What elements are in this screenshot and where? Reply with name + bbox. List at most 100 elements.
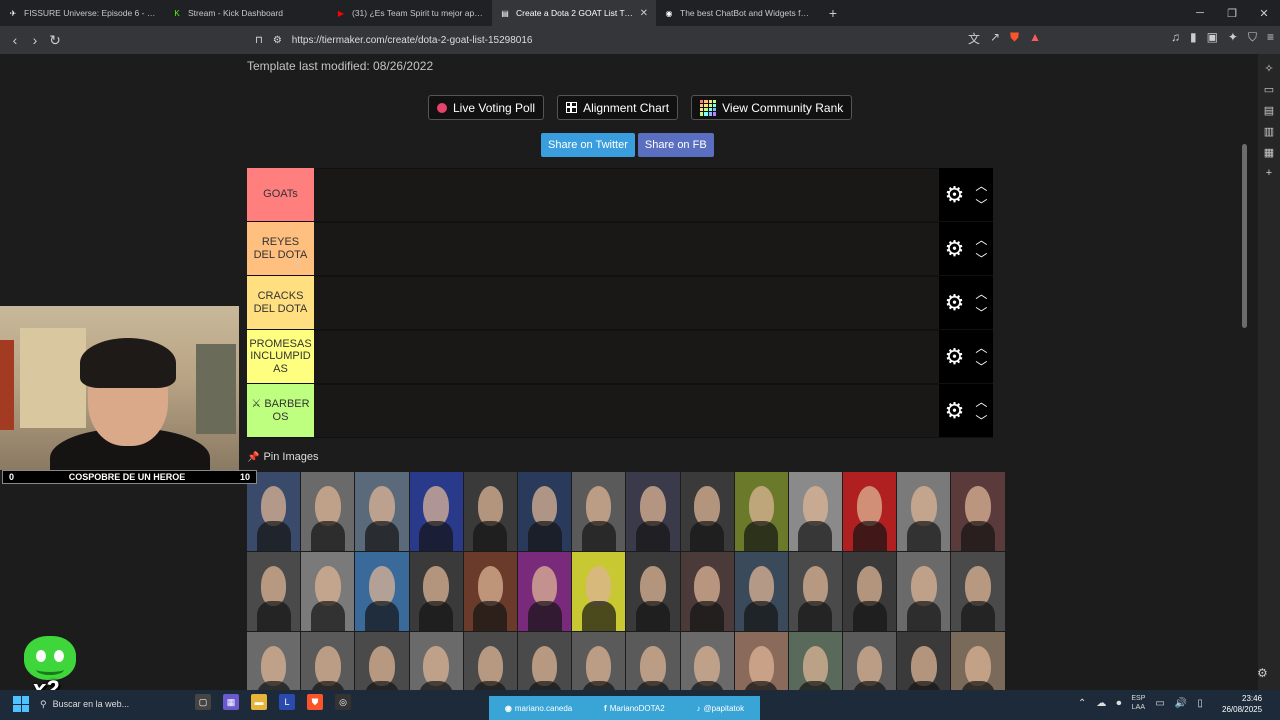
- rewards-icon[interactable]: ▲: [1029, 30, 1041, 47]
- browser-tab[interactable]: ▶ (31) ¿Es Team Spirit tu mejor apuesta: [328, 0, 492, 26]
- history-sidebar-icon[interactable]: ▦: [1264, 146, 1274, 159]
- gear-icon[interactable]: ⚙: [945, 236, 965, 262]
- url-text[interactable]: https://tiermaker.com/create/dota-2-goat…: [292, 35, 533, 46]
- player-image[interactable]: [247, 632, 301, 690]
- chevron-up-icon[interactable]: ︿: [975, 231, 987, 248]
- player-image[interactable]: [788, 632, 843, 690]
- tier-drop-zone[interactable]: [314, 168, 939, 221]
- player-image[interactable]: [355, 632, 409, 690]
- player-image[interactable]: [355, 472, 409, 551]
- chevron-up-icon[interactable]: ︿: [975, 339, 987, 356]
- player-image[interactable]: [517, 552, 572, 631]
- cloud-icon[interactable]: ☁: [1096, 698, 1106, 709]
- leo-sidebar-icon[interactable]: ✧: [1264, 62, 1273, 75]
- tier-label[interactable]: ⚔ BARBER OS: [247, 384, 314, 437]
- player-image[interactable]: [897, 472, 951, 551]
- player-image[interactable]: [572, 632, 626, 690]
- brave-icon[interactable]: ⛊: [307, 694, 323, 710]
- player-image[interactable]: [843, 472, 897, 551]
- gear-icon[interactable]: ⚙: [945, 182, 965, 208]
- chevron-up-icon[interactable]: ⌃: [1078, 698, 1086, 709]
- tier-label[interactable]: CRACKS DEL DOTA: [247, 276, 314, 329]
- app-icon[interactable]: ◎: [335, 694, 351, 710]
- bookmarks-sidebar-icon[interactable]: ▥: [1264, 125, 1274, 138]
- player-image[interactable]: [843, 552, 897, 631]
- share-icon[interactable]: ↗: [990, 30, 1000, 47]
- page-scrollbar[interactable]: [1240, 58, 1248, 686]
- reading-list-icon[interactable]: ▭: [1264, 83, 1274, 96]
- player-image[interactable]: [517, 632, 572, 690]
- player-image[interactable]: [301, 552, 355, 631]
- forward-icon[interactable]: ›: [25, 32, 45, 48]
- minimize-icon[interactable]: ─: [1184, 0, 1216, 26]
- player-image[interactable]: [951, 632, 1005, 690]
- bookmark-icon[interactable]: ⊓: [255, 35, 263, 46]
- player-image[interactable]: [409, 472, 463, 551]
- player-image[interactable]: [463, 632, 517, 690]
- player-image[interactable]: [843, 632, 897, 690]
- chevron-down-icon[interactable]: ﹀: [975, 304, 987, 321]
- tier-drop-zone[interactable]: [314, 330, 939, 383]
- brave-shield-icon[interactable]: ⛊: [1010, 30, 1019, 47]
- leo-icon[interactable]: ✦: [1228, 30, 1238, 47]
- player-image[interactable]: [463, 552, 517, 631]
- tier-label[interactable]: REYES DEL DOTA: [247, 222, 314, 275]
- close-tab-icon[interactable]: ✕: [640, 8, 648, 19]
- player-image[interactable]: [788, 552, 843, 631]
- live-voting-poll-button[interactable]: Live Voting Poll: [428, 95, 545, 120]
- sidebar-toggle-icon[interactable]: ▮: [1190, 30, 1197, 47]
- clock[interactable]: 23:46 26/08/2025: [1222, 693, 1262, 715]
- pin-images-row[interactable]: 📌 Pin Images: [247, 451, 318, 463]
- file-explorer-icon[interactable]: ▬: [251, 694, 267, 710]
- player-image[interactable]: [951, 552, 1005, 631]
- tier-drop-zone[interactable]: [314, 222, 939, 275]
- gear-icon[interactable]: ⚙: [945, 344, 965, 370]
- task-view-icon[interactable]: ▢: [195, 694, 211, 710]
- browser-tab[interactable]: ✈ FISSURE Universe: Episode 6 - Liquip: [0, 0, 164, 26]
- chevron-up-icon[interactable]: ︿: [975, 177, 987, 194]
- new-tab-icon[interactable]: +: [820, 0, 846, 26]
- player-image[interactable]: [734, 552, 788, 631]
- player-image[interactable]: [680, 472, 734, 551]
- add-sidebar-icon[interactable]: +: [1266, 167, 1272, 179]
- vpn-icon[interactable]: ⛉: [1248, 30, 1257, 47]
- tier-drop-zone[interactable]: [314, 384, 939, 437]
- chevron-down-icon[interactable]: ﹀: [975, 196, 987, 213]
- player-image[interactable]: [463, 472, 517, 551]
- player-image[interactable]: [626, 472, 680, 551]
- site-info-icon[interactable]: ⚙: [273, 35, 282, 46]
- player-image[interactable]: [355, 552, 409, 631]
- chevron-up-icon[interactable]: ︿: [975, 285, 987, 302]
- player-image[interactable]: [734, 632, 788, 690]
- tier-label[interactable]: GOATs: [247, 168, 314, 221]
- back-icon[interactable]: ‹: [5, 32, 25, 48]
- player-image[interactable]: [247, 552, 301, 631]
- share-twitter-button[interactable]: Share on Twitter: [541, 133, 635, 157]
- wallet-sidebar-icon[interactable]: ▤: [1264, 104, 1274, 117]
- player-image[interactable]: [951, 472, 1005, 551]
- store-icon[interactable]: ▦: [223, 694, 239, 710]
- restore-icon[interactable]: ❐: [1216, 0, 1248, 26]
- player-image[interactable]: [409, 632, 463, 690]
- media-icon[interactable]: ♫: [1171, 30, 1180, 47]
- browser-tab[interactable]: K Stream - Kick Dashboard: [164, 0, 328, 26]
- wallet-icon[interactable]: ▣: [1207, 30, 1218, 47]
- translate-icon[interactable]: 文: [968, 30, 980, 47]
- chevron-down-icon[interactable]: ﹀: [975, 250, 987, 267]
- community-rank-button[interactable]: View Community Rank: [691, 95, 853, 120]
- player-image[interactable]: [897, 552, 951, 631]
- chevron-up-icon[interactable]: ︿: [975, 393, 987, 410]
- player-image[interactable]: [680, 552, 734, 631]
- close-window-icon[interactable]: ✕: [1248, 0, 1280, 26]
- player-image[interactable]: [301, 632, 355, 690]
- network-icon[interactable]: ▭: [1155, 698, 1164, 709]
- tier-drop-zone[interactable]: [314, 276, 939, 329]
- tier-label[interactable]: PROMESAS INCLUMPID AS: [247, 330, 314, 383]
- player-image[interactable]: [409, 552, 463, 631]
- menu-icon[interactable]: ≡: [1267, 30, 1274, 47]
- scrollbar-thumb[interactable]: [1242, 144, 1247, 328]
- player-image[interactable]: [517, 472, 572, 551]
- taskbar-search[interactable]: ⚲ Buscar en la web...: [40, 694, 180, 714]
- player-image[interactable]: [301, 472, 355, 551]
- language-indicator[interactable]: ESP LAA: [1131, 694, 1145, 712]
